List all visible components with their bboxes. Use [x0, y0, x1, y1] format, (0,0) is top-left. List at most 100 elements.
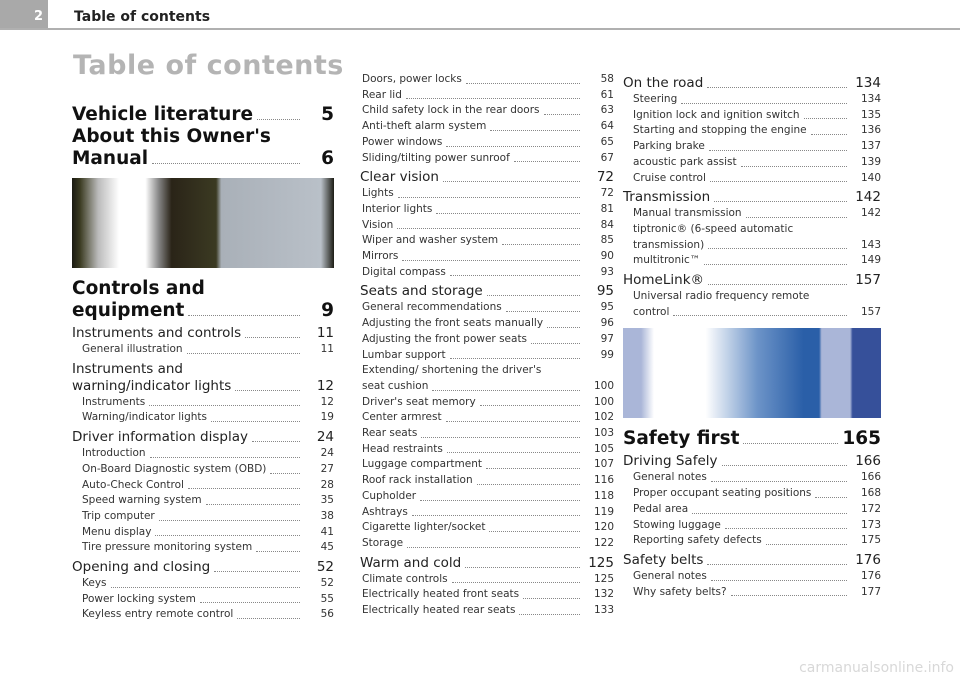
- entry-page: 100: [593, 395, 614, 408]
- toc-section[interactable]: Vehicle literature 5: [72, 104, 334, 126]
- toc-entry[interactable]: Digital compass 93: [360, 265, 614, 281]
- toc-entry[interactable]: tiptronic® (6-speed automatic transmissio…: [623, 222, 881, 253]
- dot-leader: [721, 465, 847, 467]
- toc-entry[interactable]: Ignition lock and ignition switch 135: [623, 108, 881, 124]
- toc-entry[interactable]: Tire pressure monitoring system 45: [72, 540, 334, 556]
- toc-entry[interactable]: Lumbar support 99: [360, 348, 614, 364]
- entry-page: 27: [320, 462, 334, 475]
- toc-entry[interactable]: Child safety lock in the rear doors 63: [360, 103, 614, 119]
- toc-entry[interactable]: Lights 72: [360, 186, 614, 202]
- toc-entry[interactable]: Warning/indicator lights 19: [72, 410, 334, 426]
- toc-entry[interactable]: General illustration 11: [72, 342, 334, 358]
- toc-entry[interactable]: Speed warning system 35: [72, 493, 334, 509]
- entry-row: Cruise control 140: [633, 171, 881, 187]
- entry-title: Warning/indicator lights: [82, 411, 208, 424]
- toc-entry[interactable]: Cigarette lighter/socket 120: [360, 520, 614, 536]
- toc-entry[interactable]: Vision 84: [360, 218, 614, 234]
- toc-entry[interactable]: Ashtrays 119: [360, 505, 614, 521]
- toc-entry[interactable]: Keyless entry remote control 56: [72, 607, 334, 623]
- dot-leader: [710, 481, 847, 483]
- toc-chapter[interactable]: Driver information display 24: [72, 429, 334, 446]
- toc-entry[interactable]: Roof rack installation 116: [360, 473, 614, 489]
- toc-chapter[interactable]: Instruments and warning/indicator lights 1…: [72, 361, 334, 395]
- toc-entry[interactable]: Driver's seat memory 100: [360, 395, 614, 411]
- dot-leader: [547, 326, 580, 328]
- toc-entry[interactable]: Power locking system 55: [72, 592, 334, 608]
- toc-entry[interactable]: Mirrors 90: [360, 249, 614, 265]
- toc-entry[interactable]: Center armrest 102: [360, 410, 614, 426]
- toc-entry[interactable]: Pedal area 172: [623, 502, 881, 518]
- toc-entry[interactable]: Parking brake 137: [623, 139, 881, 155]
- entry-page: 176: [860, 569, 881, 582]
- toc-entry[interactable]: Rear lid 61: [360, 88, 614, 104]
- toc-entry[interactable]: Anti-theft alarm system 64: [360, 119, 614, 135]
- toc-entry[interactable]: General notes 176: [623, 569, 881, 585]
- toc-section[interactable]: Controls and equipment 9: [72, 278, 334, 322]
- entry-title: Head restraints: [362, 442, 443, 455]
- entry-page: 5: [321, 104, 334, 125]
- toc-entry[interactable]: Auto-Check Control 28: [72, 478, 334, 494]
- toc-entry[interactable]: Reporting safety defects 175: [623, 533, 881, 549]
- toc-entry[interactable]: Doors, power locks 58: [360, 72, 614, 88]
- toc-entry[interactable]: Keys 52: [72, 576, 334, 592]
- toc-entry[interactable]: Rear seats 103: [360, 426, 614, 442]
- toc-chapter[interactable]: On the road 134: [623, 75, 881, 92]
- toc-entry[interactable]: General notes 166: [623, 470, 881, 486]
- toc-entry[interactable]: Storage 122: [360, 536, 614, 552]
- toc-entry[interactable]: General recommendations 95: [360, 300, 614, 316]
- toc-entry[interactable]: Universal radio frequency remote control 1…: [623, 289, 881, 320]
- toc-entry[interactable]: On-Board Diagnostic system (OBD) 27: [72, 462, 334, 478]
- dot-leader: [270, 472, 300, 474]
- entry-row: Cupholder 118: [362, 489, 614, 505]
- toc-entry[interactable]: Trip computer 38: [72, 509, 334, 525]
- entry-page: 125: [593, 572, 614, 585]
- toc-entry[interactable]: Steering 134: [623, 92, 881, 108]
- toc-entry[interactable]: Stowing luggage 173: [623, 518, 881, 534]
- entry-row: multitronic™ 149: [633, 253, 881, 269]
- toc-section[interactable]: About this Owner's Manual 6: [72, 126, 334, 170]
- toc-entry[interactable]: Interior lights 81: [360, 202, 614, 218]
- toc-entry[interactable]: Cruise control 140: [623, 171, 881, 187]
- toc-entry[interactable]: Power windows 65: [360, 135, 614, 151]
- entry-page: 52: [316, 559, 334, 576]
- toc-entry[interactable]: Why safety belts? 177: [623, 585, 881, 601]
- toc-entry[interactable]: Sliding/tilting power sunroof 67: [360, 151, 614, 167]
- toc-entry[interactable]: Climate controls 125: [360, 572, 614, 588]
- toc-entry[interactable]: Head restraints 105: [360, 442, 614, 458]
- toc-chapter[interactable]: HomeLink® 157: [623, 272, 881, 289]
- toc-entry[interactable]: Adjusting the front seats manually 96: [360, 316, 614, 332]
- toc-entry[interactable]: Introduction 24: [72, 446, 334, 462]
- toc-chapter[interactable]: Clear vision 72: [360, 169, 614, 186]
- dot-leader: [449, 358, 580, 360]
- dot-leader: [465, 566, 580, 568]
- toc-chapter[interactable]: Seats and storage 95: [360, 283, 614, 300]
- toc-entry[interactable]: Electrically heated rear seats 133: [360, 603, 614, 619]
- toc-entry[interactable]: acoustic park assist 139: [623, 155, 881, 171]
- toc-chapter[interactable]: Transmission 142: [623, 189, 881, 206]
- entry-row: Driver's seat memory 100: [362, 395, 614, 411]
- toc-entry[interactable]: multitronic™ 149: [623, 253, 881, 269]
- entry-title: Proper occupant seating positions: [633, 487, 812, 500]
- toc-entry[interactable]: Manual transmission 142: [623, 206, 881, 222]
- toc-entry[interactable]: Adjusting the front power seats 97: [360, 332, 614, 348]
- toc-entry[interactable]: Starting and stopping the engine 136: [623, 123, 881, 139]
- toc-entry[interactable]: Proper occupant seating positions 168: [623, 486, 881, 502]
- toc-section[interactable]: Safety first 165: [623, 428, 881, 450]
- entry-title: Warm and cold: [360, 554, 462, 571]
- toc-entry[interactable]: Menu display 41: [72, 525, 334, 541]
- entry-page: 58: [600, 73, 614, 85]
- toc-chapter[interactable]: Opening and closing 52: [72, 559, 334, 576]
- toc-entry[interactable]: Luggage compartment 107: [360, 457, 614, 473]
- toc-entry[interactable]: Instruments 12: [72, 395, 334, 411]
- toc-chapter[interactable]: Safety belts 176: [623, 552, 881, 569]
- toc-chapter[interactable]: Driving Safely 166: [623, 453, 881, 470]
- entry-row: Seats and storage 95: [360, 283, 614, 300]
- toc-chapter[interactable]: Instruments and controls 11: [72, 325, 334, 342]
- toc-entry[interactable]: Electrically heated front seats 132: [360, 587, 614, 603]
- toc-entry[interactable]: Cupholder 118: [360, 489, 614, 505]
- entry-row: Transmission 142: [623, 189, 881, 206]
- toc-entry[interactable]: Extending/ shortening the driver's seat c…: [360, 363, 614, 394]
- entry-page: 9: [321, 300, 334, 321]
- toc-entry[interactable]: Wiper and washer system 85: [360, 233, 614, 249]
- toc-chapter[interactable]: Warm and cold 125: [360, 555, 614, 572]
